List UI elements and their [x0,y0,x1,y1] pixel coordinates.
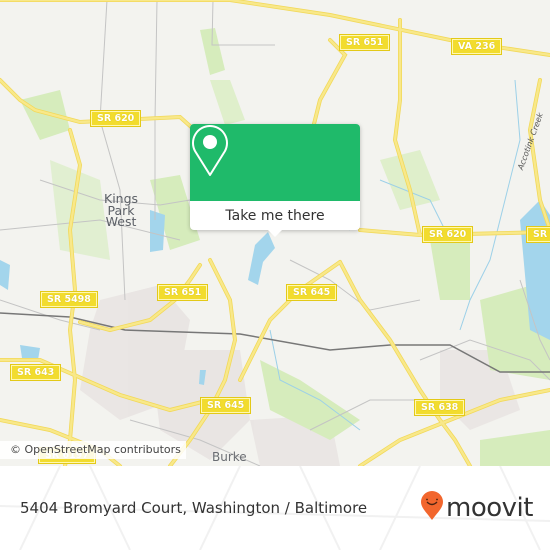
moovit-logo[interactable]: moovit [420,486,533,530]
place-label-kings-park-west: Kings Park West [104,193,138,228]
address-text: 5404 Bromyard Court, Washington / Baltim… [20,499,368,517]
take-me-there-button[interactable]: Take me there [190,201,360,230]
location-popup: Take me there [190,124,360,237]
road-shield-va236: VA 236 [450,38,503,55]
road-shield-sr643: SR 643 [9,364,62,381]
road-shield-sr620-far-east: SR [525,226,550,243]
popup-pointer [267,229,283,237]
map[interactable]: SR 651 VA 236 SR 620 SR 620 SR SR 5498 S… [0,0,550,466]
road-shield-sr651-north: SR 651 [338,34,391,51]
map-attribution[interactable]: © OpenStreetMap contributors [0,441,186,459]
road-shield-sr645-center: SR 645 [285,284,338,301]
place-label-burke: Burke [212,450,247,464]
moovit-pin-icon [420,491,444,525]
popup-header [190,124,360,201]
road-shield-sr5498: SR 5498 [40,291,98,308]
road-shield-sr620-west: SR 620 [89,110,142,127]
road-shield-sr638: SR 638 [413,399,466,416]
footer: 5404 Bromyard Court, Washington / Baltim… [0,466,550,550]
road-shield-sr651-south: SR 651 [156,284,209,301]
place-label-line: West [105,214,137,229]
road-shield-sr645-south: SR 645 [199,397,252,414]
road-shield-sr620-east: SR 620 [421,226,474,243]
moovit-wordmark: moovit [446,493,533,523]
